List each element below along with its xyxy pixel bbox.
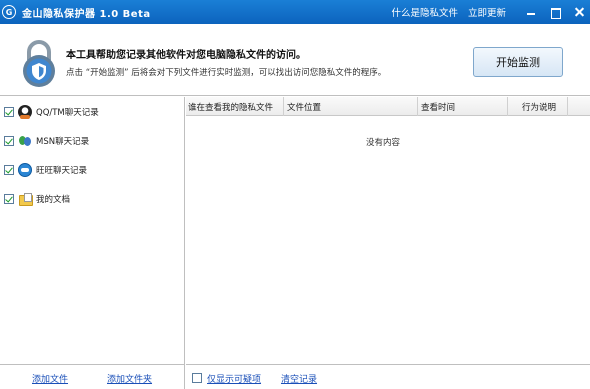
records-table-header: 谁在查看我的隐私文件 文件位置 查看时间 行为说明	[186, 97, 590, 116]
category-item-documents[interactable]: 我的文档	[4, 191, 70, 207]
header-instructions: 点击 “开始监测” 后将会对下列文件进行实时监测，可以找出访问您隐私文件的程序。	[66, 68, 387, 78]
category-label: 我的文档	[36, 195, 71, 205]
category-list: QQ/TM聊天记录 MSN聊天记录 旺旺聊天记录 我的文档	[0, 97, 185, 389]
category-label: MSN聊天记录	[36, 137, 90, 147]
close-icon[interactable]	[574, 6, 584, 18]
what-is-privacy-file-link[interactable]: 什么是隐私文件	[391, 5, 458, 19]
msn-icon	[18, 134, 32, 148]
column-header-viewer[interactable]: 谁在查看我的隐私文件	[188, 97, 284, 116]
privacy-lock-icon	[23, 40, 55, 87]
category-checkbox[interactable]	[4, 107, 14, 117]
title-links: 什么是隐私文件 立即更新	[391, 0, 506, 24]
start-monitoring-button[interactable]: 开始监测	[473, 47, 563, 77]
header-panel: 本工具帮助您记录其他软件对您电脑隐私文件的访问。 点击 “开始监测” 后将会对下…	[0, 24, 590, 96]
minimize-icon[interactable]	[526, 6, 536, 18]
title-bar: G 金山隐私保护器 1.0 Beta 什么是隐私文件 立即更新	[0, 0, 590, 24]
only-suspicious-checkbox[interactable]	[192, 373, 202, 383]
category-checkbox[interactable]	[4, 194, 14, 204]
category-checkbox[interactable]	[4, 165, 14, 175]
column-header-behavior[interactable]: 行为说明	[508, 97, 568, 116]
window-title: 金山隐私保护器 1.0 Beta	[22, 8, 151, 20]
category-label: QQ/TM聊天记录	[36, 108, 99, 118]
column-header-location[interactable]: 文件位置	[284, 97, 418, 116]
documents-folder-icon	[18, 192, 33, 206]
update-now-link[interactable]: 立即更新	[468, 5, 506, 19]
category-item-qq[interactable]: QQ/TM聊天记录	[4, 104, 99, 120]
wangwang-icon	[18, 163, 32, 177]
app-logo-icon: G	[2, 5, 16, 19]
qq-icon	[18, 105, 32, 119]
category-item-msn[interactable]: MSN聊天记录	[4, 133, 89, 149]
column-header-time[interactable]: 查看时间	[418, 97, 508, 116]
clear-records-link[interactable]: 清空记录	[281, 372, 317, 385]
category-item-wangwang[interactable]: 旺旺聊天记录	[4, 162, 87, 178]
only-suspicious-link[interactable]: 仅显示可疑项	[207, 372, 261, 385]
category-checkbox[interactable]	[4, 136, 14, 146]
header-description: 本工具帮助您记录其他软件对您电脑隐私文件的访问。	[66, 50, 306, 61]
right-footer: 仅显示可疑项 清空记录	[186, 364, 590, 389]
window-controls	[526, 0, 584, 24]
maximize-icon[interactable]	[550, 6, 561, 19]
add-folder-link[interactable]: 添加文件夹	[107, 372, 152, 385]
left-footer: 添加文件 添加文件夹	[0, 364, 185, 389]
add-file-link[interactable]: 添加文件	[32, 372, 68, 385]
empty-table-message: 没有内容	[366, 138, 401, 148]
category-label: 旺旺聊天记录	[36, 166, 88, 176]
